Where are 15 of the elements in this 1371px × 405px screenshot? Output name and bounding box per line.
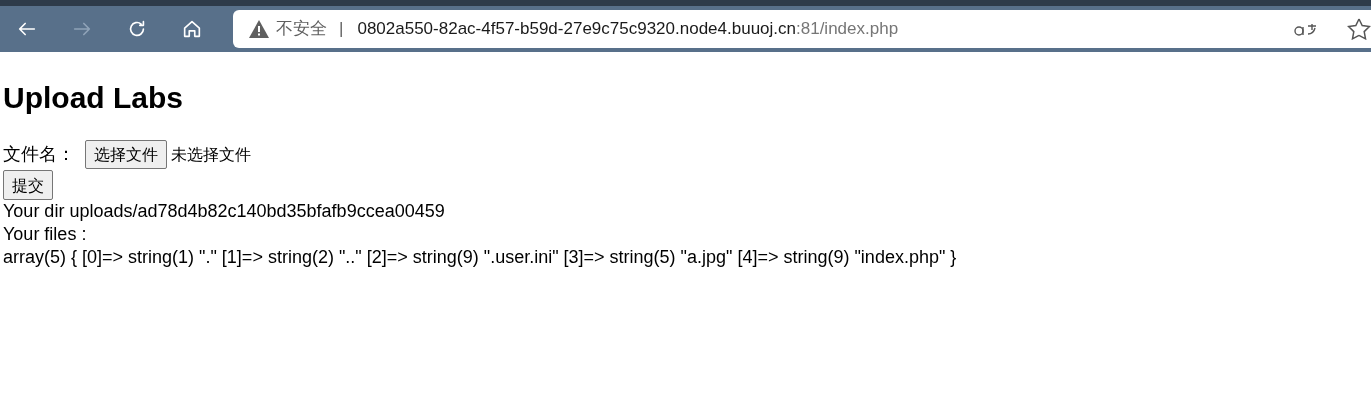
output-text: Your dir uploads/ad78d4b82c140bd35bfafb9ccea00459 <box>3 200 445 223</box>
favorite-star-icon[interactable] <box>1347 18 1371 40</box>
home-icon[interactable] <box>181 18 203 40</box>
page-heading: Upload Labs <box>3 80 184 116</box>
submit-button[interactable]: 提交 <box>3 170 53 200</box>
separator: | <box>339 18 344 41</box>
url-text: 0802a550-82ac-4f57-b59d-27e9c75c9320.node4.buuoj.cn:81/index.php <box>357 18 899 41</box>
security-label: 不安全 <box>276 18 327 41</box>
file-status: 未选择文件 <box>171 145 251 165</box>
output-text: Your files : <box>3 223 87 246</box>
warning-icon <box>249 20 269 38</box>
address-bar[interactable]: 不安全 | 0802a550-82ac-4f57-b59d-27e9c75c9320.node4.buuoj.cn:81/index.php <box>233 10 1371 48</box>
output-text: array(5) { [0]=> string(1) "." [1]=> string(2) ".." [2]=> string(9) ".user.ini" [3]=> string(5) "a.jpg" [4]=> string(9) "index.php" } <box>3 246 957 269</box>
choose-file-button[interactable]: 选择文件 <box>85 140 167 169</box>
file-label: 文件名： <box>3 143 75 166</box>
